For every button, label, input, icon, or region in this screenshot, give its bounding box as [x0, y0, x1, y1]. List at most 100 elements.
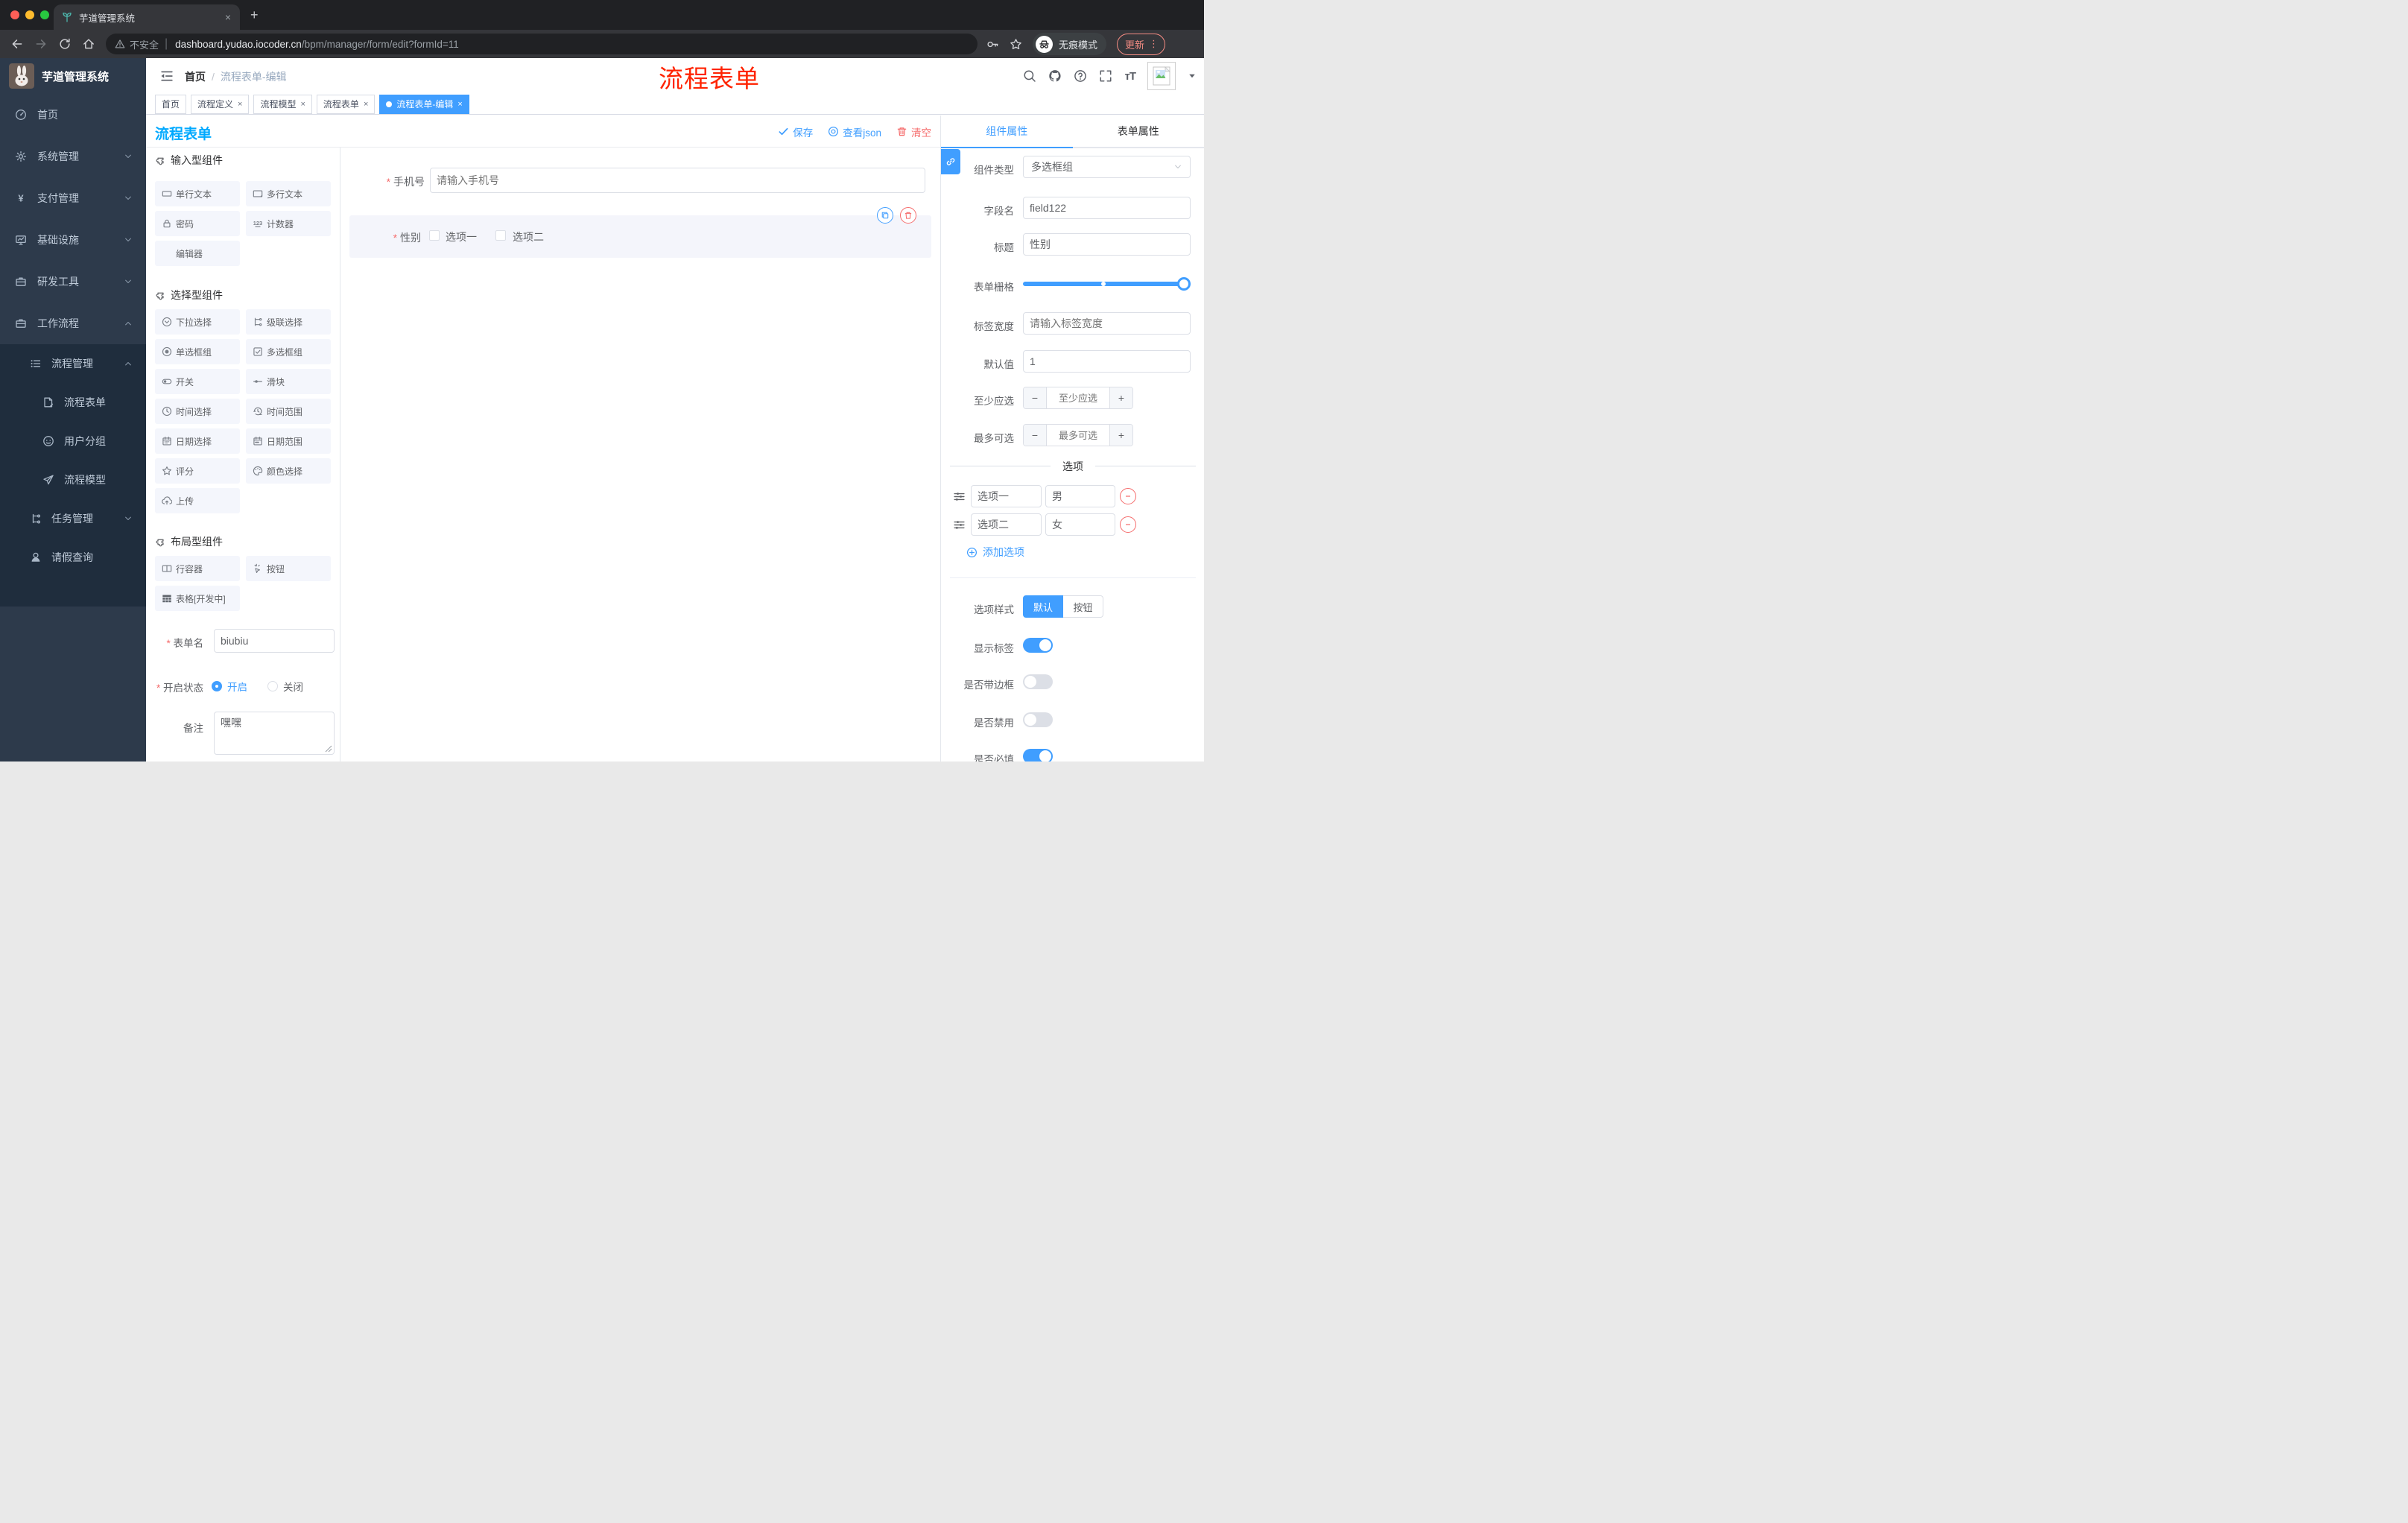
border-toggle[interactable] [1023, 674, 1053, 689]
option-name-input[interactable] [971, 485, 1042, 507]
increase-button[interactable]: + [1109, 387, 1132, 408]
component-type-select[interactable]: 多选框组 [1023, 156, 1191, 178]
gender-option2-label[interactable]: 选项二 [513, 229, 544, 244]
slider-handle[interactable] [1177, 277, 1191, 291]
style-default-button[interactable]: 默认 [1023, 595, 1063, 618]
tag-close-icon[interactable]: × [238, 100, 242, 109]
zoom-window-button[interactable] [40, 10, 49, 19]
palette-item-checkbox-group[interactable]: 多选框组 [246, 339, 331, 364]
option-value-input[interactable] [1045, 513, 1115, 536]
gender-option1-label[interactable]: 选项一 [446, 229, 477, 244]
palette-item-radio-group[interactable]: 单选框组 [155, 339, 240, 364]
required-toggle[interactable] [1023, 749, 1053, 762]
tab-form-props[interactable]: 表单属性 [1072, 115, 1204, 148]
palette-item-time-range[interactable]: 时间范围 [246, 399, 331, 424]
sidebar-item-process-mgmt[interactable]: 流程管理 [0, 344, 146, 383]
reload-icon[interactable] [58, 37, 72, 51]
max-select-input[interactable] [1047, 425, 1109, 446]
palette-item-single-text[interactable]: 单行文本 [155, 181, 240, 206]
tag-close-icon[interactable]: × [364, 100, 368, 109]
show-label-toggle[interactable] [1023, 638, 1053, 653]
tab-component-props[interactable]: 组件属性 [941, 115, 1073, 148]
status-off-radio[interactable]: 关闭 [267, 679, 303, 694]
sidebar-item-system[interactable]: 系统管理 [0, 136, 146, 177]
status-on-radio[interactable]: 开启 [212, 679, 247, 694]
tag-close-icon[interactable]: × [457, 100, 462, 109]
palette-item-editor[interactable]: 编辑器 [155, 241, 240, 266]
url-bar[interactable]: 不安全 | dashboard.yudao.iocoder.cn/bpm/man… [106, 34, 978, 54]
min-select-input[interactable] [1047, 387, 1109, 408]
decrease-button[interactable]: − [1024, 425, 1047, 446]
sidebar-item-leave-query[interactable]: 请假查询 [0, 538, 146, 577]
save-button[interactable]: 保存 [778, 124, 813, 139]
palette-item-date-picker[interactable]: 日期选择 [155, 428, 240, 454]
remove-option-button[interactable] [1120, 488, 1136, 504]
github-icon[interactable] [1048, 69, 1062, 83]
palette-item-cascader[interactable]: 级联选择 [246, 309, 331, 335]
form-grid-slider[interactable] [1023, 277, 1191, 291]
palette-item-table[interactable]: 表格[开发中] [155, 586, 240, 611]
phone-input[interactable] [430, 168, 925, 193]
form-name-input[interactable] [214, 629, 335, 653]
fullscreen-icon[interactable] [1099, 69, 1112, 83]
sidebar-item-process-model[interactable]: 流程模型 [0, 460, 146, 499]
style-button-button[interactable]: 按钮 [1063, 595, 1103, 618]
tag-process-definition[interactable]: 流程定义 × [191, 94, 250, 114]
tag-close-icon[interactable]: × [300, 100, 305, 109]
tag-process-model[interactable]: 流程模型 × [253, 94, 312, 114]
sidebar-item-user-group[interactable]: 用户分组 [0, 422, 146, 460]
user-avatar-broken-image[interactable] [1147, 62, 1176, 90]
palette-item-time-picker[interactable]: 时间选择 [155, 399, 240, 424]
increase-button[interactable]: + [1109, 425, 1132, 446]
palette-item-counter[interactable]: 123 计数器 [246, 211, 331, 236]
sidebar-item-devtools[interactable]: 研发工具 [0, 261, 146, 303]
palette-item-select[interactable]: 下拉选择 [155, 309, 240, 335]
clear-button[interactable]: 清空 [896, 124, 931, 139]
gender-checkbox-1[interactable] [429, 230, 440, 241]
form-remark-textarea[interactable]: 嘿嘿 [214, 712, 335, 755]
back-icon[interactable] [10, 37, 24, 51]
view-json-button[interactable]: 查看json [828, 124, 881, 139]
password-key-icon[interactable] [986, 38, 999, 51]
home-icon[interactable] [82, 37, 95, 51]
new-tab-button[interactable]: + [250, 7, 259, 22]
palette-item-color-picker[interactable]: 颜色选择 [246, 458, 331, 484]
label-width-input[interactable] [1023, 312, 1191, 335]
breadcrumb-home[interactable]: 首页 [185, 69, 206, 84]
help-icon[interactable] [1074, 69, 1087, 83]
drag-handle-icon[interactable] [953, 490, 966, 503]
option-value-input[interactable] [1045, 485, 1115, 507]
browser-menu-dots-icon[interactable]: ⋮ [1149, 38, 1159, 50]
textarea-resize-handle[interactable] [325, 745, 332, 753]
palette-item-upload[interactable]: 上传 [155, 488, 240, 513]
browser-tab[interactable]: 芋道管理系统 × [54, 4, 240, 30]
delete-component-button[interactable] [900, 207, 916, 224]
palette-item-slider[interactable]: 滑块 [246, 369, 331, 394]
hamburger-icon[interactable] [159, 69, 174, 83]
sidebar-item-home[interactable]: 首页 [0, 94, 146, 136]
disabled-toggle[interactable] [1023, 712, 1053, 727]
bookmark-star-icon[interactable] [1010, 38, 1022, 51]
option-name-input[interactable] [971, 513, 1042, 536]
sidebar-item-infra[interactable]: 基础设施 [0, 219, 146, 261]
search-icon[interactable] [1023, 69, 1036, 83]
gender-checkbox-2[interactable] [495, 230, 506, 241]
remove-option-button[interactable] [1120, 516, 1136, 533]
palette-item-rate[interactable]: 评分 [155, 458, 240, 484]
sidebar-item-process-form[interactable]: 流程表单 [0, 383, 146, 422]
tag-process-form-edit[interactable]: 流程表单-编辑 × [379, 94, 469, 114]
sidebar-item-workflow[interactable]: 工作流程 [0, 303, 146, 344]
minimize-window-button[interactable] [25, 10, 34, 19]
caret-down-icon[interactable] [1188, 72, 1197, 80]
default-value-input[interactable] [1023, 350, 1191, 373]
update-chrome-button[interactable]: 更新 ⋮ [1117, 33, 1166, 55]
font-size-icon[interactable]: тT [1124, 70, 1135, 83]
tag-home[interactable]: 首页 [155, 94, 187, 114]
sidebar-item-task-mgmt[interactable]: 任务管理 [0, 499, 146, 538]
title-input[interactable] [1023, 233, 1191, 256]
drag-handle-icon[interactable] [953, 519, 966, 531]
close-window-button[interactable] [10, 10, 19, 19]
sidebar-item-payment[interactable]: ¥ 支付管理 [0, 177, 146, 219]
tab-close-icon[interactable]: × [224, 11, 232, 23]
palette-item-switch[interactable]: 开关 [155, 369, 240, 394]
